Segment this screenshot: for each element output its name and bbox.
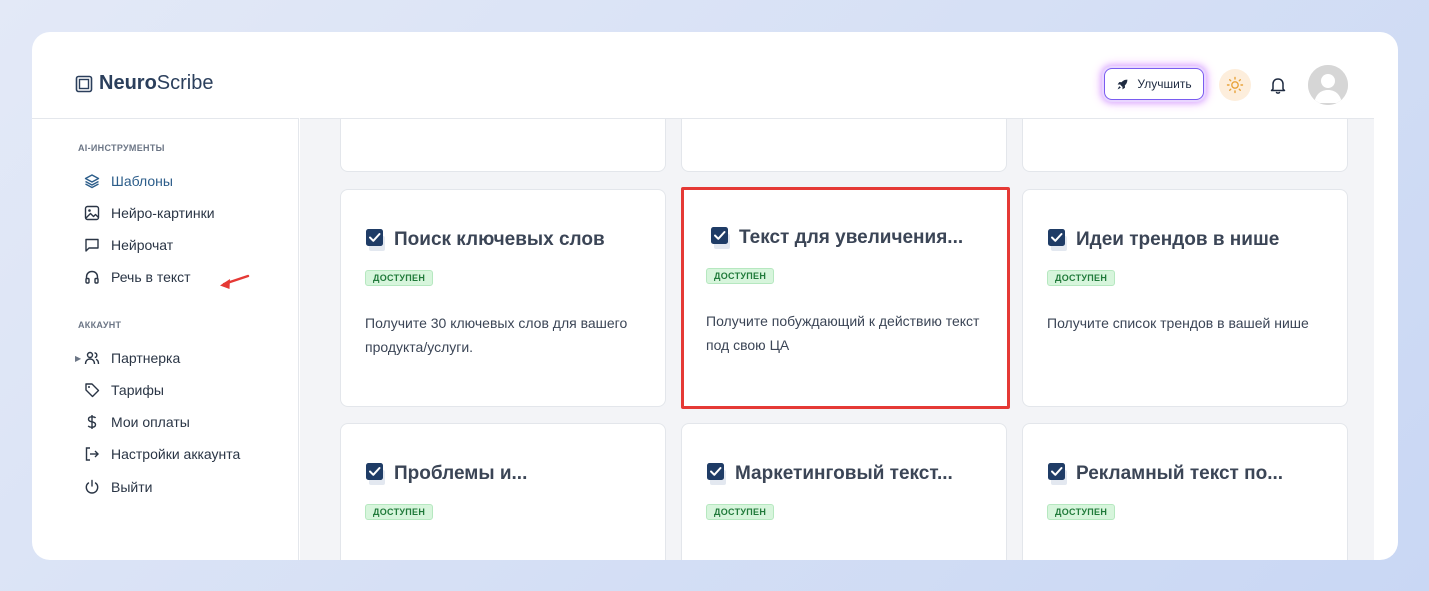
card-title: Рекламный текст по... [1047,462,1337,486]
card-title-text: Поиск ключевых слов [394,229,605,250]
dollar-icon [87,415,97,429]
checkbox-checked-icon [1048,463,1067,485]
checkbox-checked-icon [707,463,726,485]
sidebar-item-label: Партнерка [111,350,181,366]
top-header: Neuro Scribe Улучшить [32,32,1398,118]
card-title-text: Текст для увеличения... [739,227,964,248]
checkbox-checked-icon [711,227,730,249]
sidebar-item-label: Выйти [111,479,153,495]
card-title-text: Маркетинговый текст... [735,463,953,484]
sidebar-item-label: Настройки аккаунта [111,446,241,462]
card-title: Текст для увеличения... [710,226,1000,250]
layers-icon [84,174,100,189]
sidebar-item-tariffs[interactable]: Тарифы [84,380,164,400]
status-badge: ДОСТУПЕН [365,270,434,286]
card-title: Идеи трендов в нише [1047,228,1337,252]
red-arrow-annotation [220,274,250,289]
app-window: Neuro Scribe Улучшить AI-ИНСТРУМЕНТЫ Шаб… [32,32,1398,560]
status-badge: ДОСТУПЕН [1047,504,1116,520]
tag-icon [85,383,100,398]
image-icon [84,205,100,221]
template-card-partial[interactable] [340,119,666,172]
sidebar-item-neurochat[interactable]: Нейрочат [84,235,173,255]
template-card[interactable]: Идеи трендов в нише ДОСТУПЕН Получите сп… [1022,189,1348,407]
sidebar-item-payments[interactable]: Мои оплаты [84,412,190,432]
templates-grid: Поиск ключевых слов ДОСТУПЕН Получите 30… [300,118,1374,560]
sidebar-item-label: Шаблоны [111,173,173,189]
checkbox-checked-icon [366,463,385,485]
status-badge: ДОСТУПЕН [1047,270,1116,286]
card-description: Получите побуждающий к действию текст по… [706,313,980,353]
sidebar-item-label: Речь в текст [111,269,191,285]
sidebar-item-label: Нейро-картинки [111,205,215,221]
app-logo[interactable]: Neuro Scribe [75,72,214,95]
section-title-account: АККАУНТ [78,320,122,330]
template-card-partial[interactable] [681,119,1007,172]
card-title-text: Рекламный текст по... [1076,463,1284,484]
card-description: Получите 30 ключевых слов для вашего про… [365,315,628,355]
avatar[interactable] [1308,65,1348,105]
logo-text-light: Scribe [156,72,214,94]
sidebar-item-label: Нейрочат [111,237,174,253]
card-title: Поиск ключевых слов [365,228,655,252]
rocket-icon [1118,79,1128,89]
caret-right-icon[interactable]: ▶ [75,354,81,363]
theme-toggle-button[interactable] [1219,69,1251,101]
checkbox-checked-icon [1048,229,1067,251]
template-card[interactable]: Рекламный текст по... ДОСТУПЕН [1022,423,1348,560]
card-title-text: Проблемы и... [394,463,528,484]
sidebar-item-logout[interactable]: Выйти [84,477,152,497]
status-badge: ДОСТУПЕН [706,504,775,520]
template-card-highlighted[interactable]: Текст для увеличения... ДОСТУПЕН Получит… [681,187,1010,409]
checkbox-checked-icon [366,229,385,251]
template-card-partial[interactable] [1022,119,1348,172]
card-title: Проблемы и... [365,462,655,486]
card-title: Маркетинговый текст... [706,462,996,486]
logo-icon [75,75,93,92]
status-badge: ДОСТУПЕН [706,268,775,284]
user-avatar-icon [1308,65,1348,105]
sidebar-item-speech-to-text[interactable]: Речь в текст [84,267,191,287]
card-description: Получите список трендов в вашей нише [1047,315,1309,331]
sidebar-item-neuro-images[interactable]: Нейро-картинки [84,203,215,223]
logout-arrow-icon [85,447,99,461]
upgrade-button[interactable]: Улучшить [1104,68,1204,100]
card-title-text: Идеи трендов в нише [1076,229,1280,250]
logo-text-bold: Neuro [99,72,157,94]
template-card[interactable]: Маркетинговый текст... ДОСТУПЕН [681,423,1007,560]
sidebar-item-label: Мои оплаты [111,414,190,430]
sidebar-item-account-settings[interactable]: Настройки аккаунта [84,444,240,464]
users-icon [84,351,100,365]
template-card[interactable]: Проблемы и... ДОСТУПЕН [340,423,666,560]
upgrade-label: Улучшить [1137,77,1192,91]
status-badge: ДОСТУПЕН [365,504,434,520]
sidebar-item-partner[interactable]: ▶ Партнерка [75,348,181,368]
bell-icon[interactable] [1268,75,1288,95]
chat-icon [85,238,99,252]
headphones-icon [85,270,99,284]
template-card[interactable]: Поиск ключевых слов ДОСТУПЕН Получите 30… [340,189,666,407]
section-title-tools: AI-ИНСТРУМЕНТЫ [78,143,165,153]
sidebar: AI-ИНСТРУМЕНТЫ Шаблоны Нейро-картинки Не… [32,118,299,560]
sidebar-item-label: Тарифы [111,382,164,398]
sidebar-item-templates[interactable]: Шаблоны [84,171,173,191]
sun-icon [1226,76,1244,94]
power-icon [85,479,99,494]
